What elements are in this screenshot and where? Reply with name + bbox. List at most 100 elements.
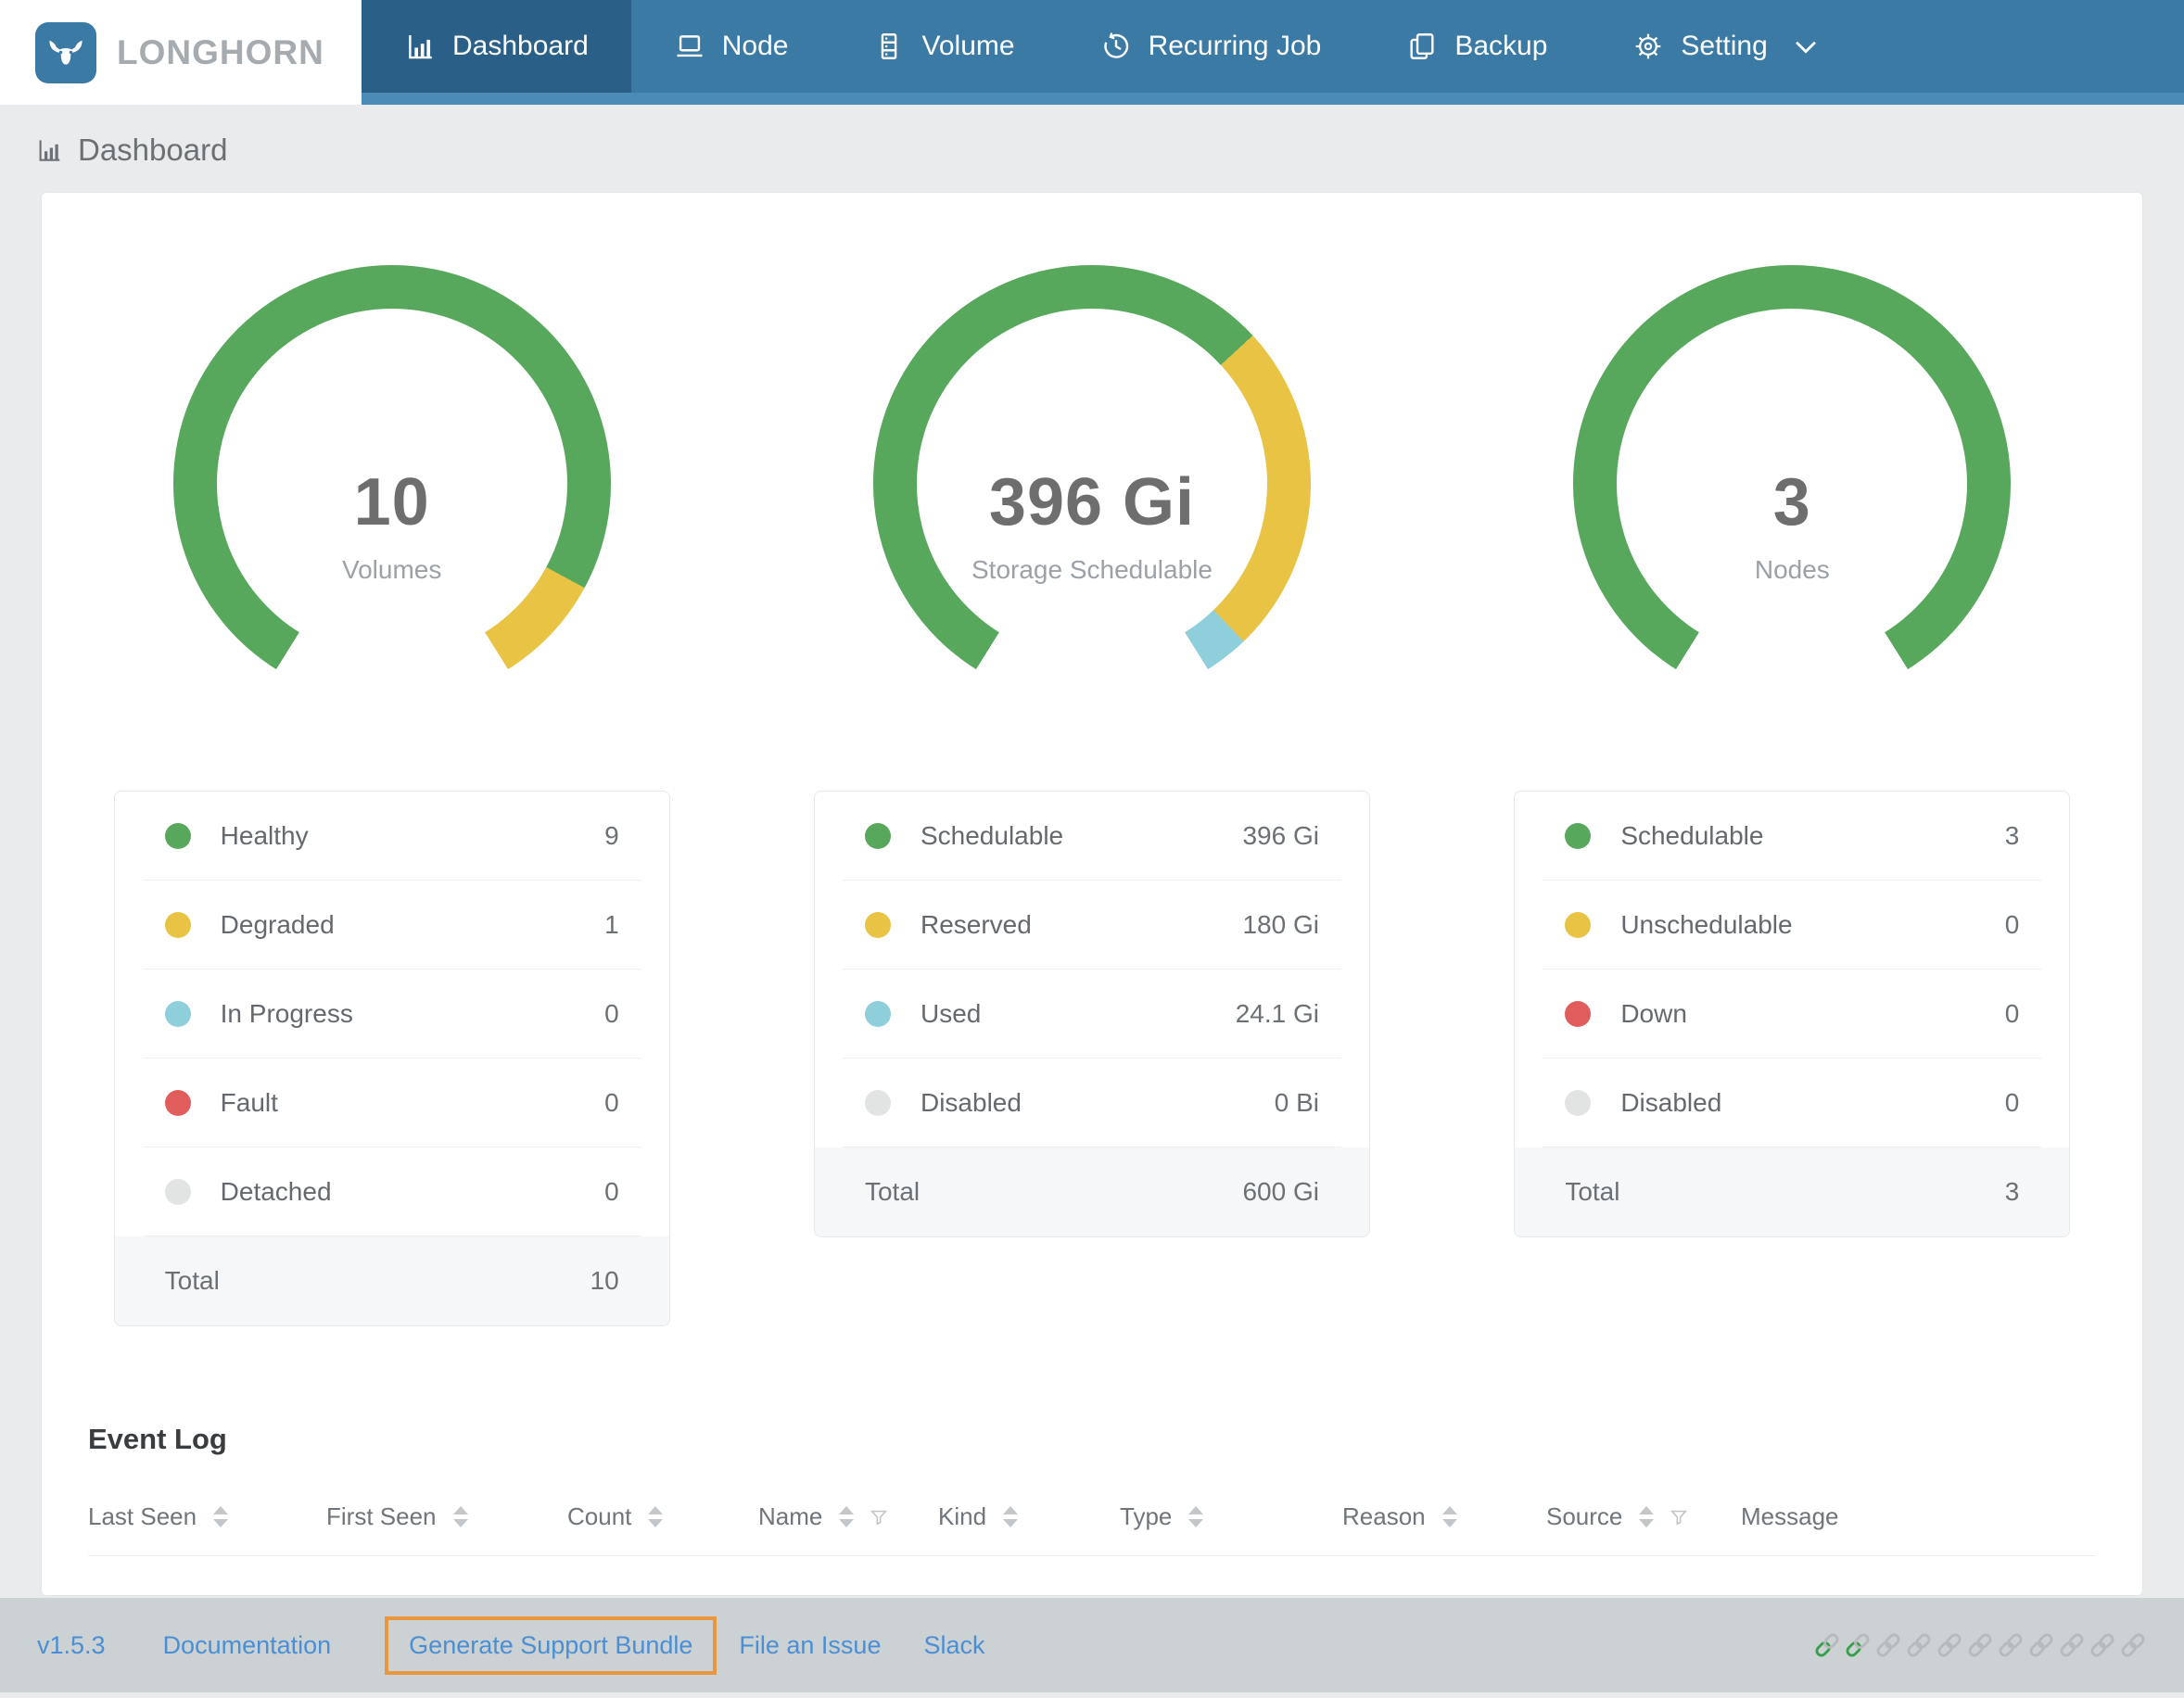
copy-icon — [1410, 33, 1434, 59]
clock-icon — [1103, 32, 1128, 58]
chain-link-icon — [1846, 1633, 1870, 1657]
nav-tab-label: Dashboard — [452, 31, 589, 61]
total-row: Total 10 — [114, 1236, 669, 1325]
list-item: Down 0 — [1543, 969, 2042, 1058]
sort-icon[interactable] — [1639, 1506, 1655, 1527]
page-title: Dashboard — [78, 133, 228, 167]
nodes-legend-card: Schedulable 3 Unschedulable 0 Down 0 Dis… — [1514, 791, 2071, 1237]
sort-icon[interactable] — [839, 1506, 855, 1527]
chain-link-icon — [2090, 1633, 2114, 1657]
nodes-gauge-label: Nodes — [1754, 555, 1830, 584]
chain-link-icon — [1999, 1633, 2023, 1657]
list-item: In Progress 0 — [142, 969, 641, 1058]
chain-link-icon — [1815, 1633, 1839, 1657]
nav-tab-label: Backup — [1454, 31, 1548, 61]
nav-tab-label: Setting — [1681, 31, 1768, 61]
list-item: Used 24.1 Gi — [842, 969, 1341, 1058]
gauges-row: 10 Volumes 396 Gi Storage Schedulable 3 … — [42, 193, 2142, 703]
volumes-gauge-label: Volumes — [341, 555, 442, 584]
brand-name: LONGHORN — [117, 32, 324, 71]
status-dot — [864, 1089, 891, 1116]
list-item: Fault 0 — [142, 1058, 641, 1147]
list-item: Disabled 0 Bi — [842, 1058, 1341, 1147]
status-dot — [164, 822, 191, 849]
nodes-gauge: 3 Nodes — [1573, 265, 2012, 703]
bar-chart-icon — [409, 34, 432, 59]
column-header-source[interactable]: Source — [1546, 1502, 1741, 1531]
generate-support-bundle-link[interactable]: Generate Support Bundle — [409, 1631, 692, 1659]
laptop-icon — [677, 35, 703, 57]
volumes-legend-card: Healthy 9 Degraded 1 In Progress 0 Fault… — [113, 791, 670, 1326]
status-dot — [164, 1089, 191, 1116]
longhorn-logo[interactable]: LONGHORN — [0, 0, 362, 105]
column-header-type[interactable]: Type — [1120, 1502, 1342, 1531]
list-item: Disabled 0 — [1543, 1058, 2042, 1147]
top-navbar: LONGHORN Dashboard Node Volume Recurring… — [0, 0, 2184, 105]
nav-tab-node[interactable]: Node — [631, 0, 832, 93]
volumes-gauge: 10 Volumes — [172, 265, 611, 703]
storage-gauge-label: Storage Schedulable — [971, 555, 1213, 584]
longhorn-bull-icon — [35, 21, 96, 83]
status-dot — [1565, 1089, 1592, 1116]
file-an-issue-link[interactable]: File an Issue — [739, 1631, 881, 1660]
nav-tabs: Dashboard Node Volume Recurring Job Back… — [362, 0, 2184, 105]
list-item: Schedulable 396 Gi — [842, 792, 1341, 881]
nav-tab-dashboard[interactable]: Dashboard — [362, 0, 631, 93]
gear-icon — [1636, 33, 1661, 59]
status-dot — [864, 911, 891, 938]
filter-icon[interactable] — [1669, 1507, 1689, 1527]
nav-tab-volume[interactable]: Volume — [831, 0, 1057, 93]
nav-tab-recurring-job[interactable]: Recurring Job — [1058, 0, 1365, 93]
total-row: Total 3 — [1515, 1147, 2070, 1236]
event-log-section: Event Log Last Seen First Seen Count Nam… — [88, 1423, 2096, 1556]
storage-amount: 396 Gi — [988, 465, 1196, 539]
sort-icon[interactable] — [648, 1506, 664, 1527]
websocket-status-icons — [1813, 1631, 2147, 1659]
chain-link-icon — [1937, 1633, 1962, 1657]
storage-legend-card: Schedulable 396 Gi Reserved 180 Gi Used … — [813, 791, 1370, 1237]
nav-tab-backup[interactable]: Backup — [1364, 0, 1590, 93]
legend-row: Healthy 9 Degraded 1 In Progress 0 Fault… — [42, 791, 2142, 1326]
list-item: Healthy 9 — [142, 792, 641, 881]
nav-tab-label: Node — [721, 31, 789, 61]
column-header-reason[interactable]: Reason — [1342, 1502, 1546, 1531]
documentation-link[interactable]: Documentation — [163, 1631, 332, 1660]
chain-link-icon — [2121, 1633, 2145, 1657]
status-dot — [164, 1178, 191, 1205]
status-dot — [164, 911, 191, 938]
version-label[interactable]: v1.5.3 — [37, 1631, 106, 1660]
slack-link[interactable]: Slack — [923, 1631, 984, 1660]
column-header-count[interactable]: Count — [567, 1502, 758, 1531]
sort-icon[interactable] — [1003, 1506, 1019, 1527]
chain-link-icon — [2029, 1633, 2053, 1657]
filter-icon[interactable] — [869, 1507, 889, 1527]
chain-link-icon — [1968, 1633, 1992, 1657]
sort-icon[interactable] — [213, 1506, 229, 1527]
chain-link-icon — [2060, 1633, 2084, 1657]
column-header-last-seen[interactable]: Last Seen — [88, 1502, 326, 1531]
nav-tab-setting[interactable]: Setting — [1590, 0, 1863, 93]
event-log-title: Event Log — [88, 1423, 227, 1455]
chain-link-icon — [1907, 1633, 1931, 1657]
list-item: Degraded 1 — [142, 881, 641, 969]
status-dot — [1565, 822, 1592, 849]
breadcrumb: Dashboard — [0, 105, 2184, 192]
volumes-count: 10 — [353, 465, 430, 539]
sort-icon[interactable] — [1188, 1506, 1204, 1527]
status-dot — [1565, 1000, 1592, 1027]
column-header-message: Message — [1741, 1502, 1839, 1530]
bar-chart-icon — [39, 140, 60, 161]
sort-icon[interactable] — [452, 1506, 468, 1527]
list-item: Detached 0 — [142, 1147, 641, 1236]
sort-icon[interactable] — [1441, 1506, 1457, 1527]
list-item: Unschedulable 0 — [1543, 881, 2042, 969]
status-dot — [864, 822, 891, 849]
status-dot — [864, 1000, 891, 1027]
list-item: Reserved 180 Gi — [842, 881, 1341, 969]
column-header-kind[interactable]: Kind — [938, 1502, 1120, 1531]
nodes-count: 3 — [1772, 465, 1811, 539]
footer-bar: v1.5.3 Documentation Generate Support Bu… — [0, 1598, 2184, 1692]
column-header-name[interactable]: Name — [758, 1502, 938, 1531]
status-dot — [1565, 911, 1592, 938]
column-header-first-seen[interactable]: First Seen — [326, 1502, 567, 1531]
